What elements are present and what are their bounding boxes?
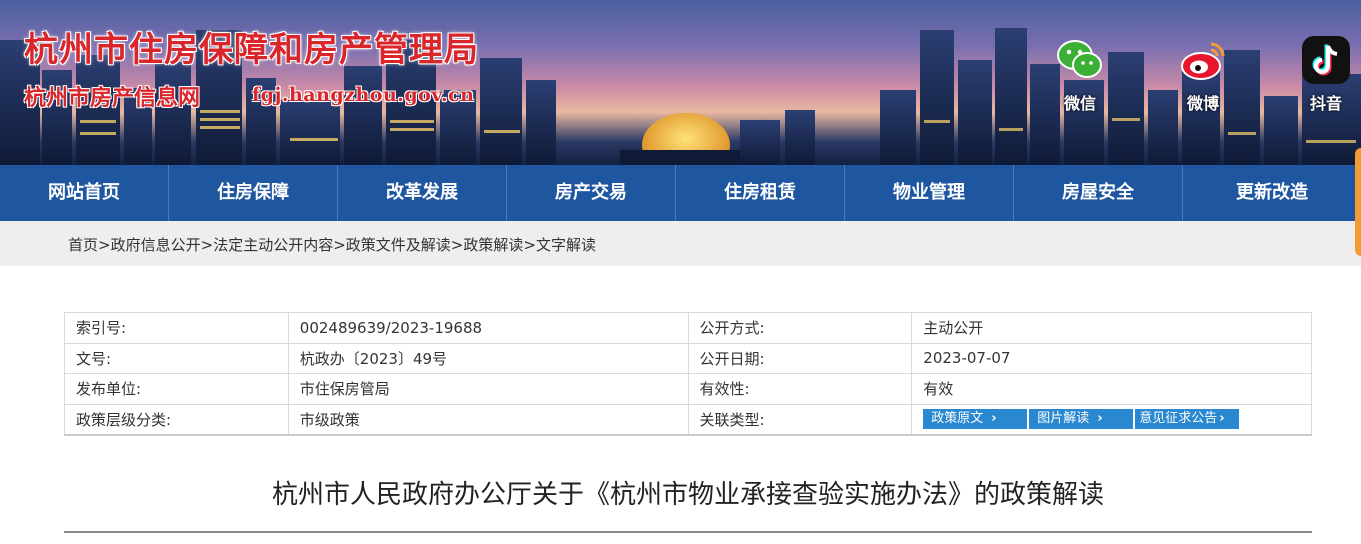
meta-value: 杭政办〔2023〕49号: [287, 342, 689, 374]
meta-key: 文号:: [64, 342, 289, 374]
meta-key: 索引号:: [64, 312, 289, 344]
nav-item-housing-safety[interactable]: 房屋安全: [1014, 165, 1183, 221]
side-float-tab[interactable]: [1355, 148, 1361, 256]
meta-value: 2023-07-07: [911, 342, 1312, 374]
table-row: 索引号: 002489639/2023-19688 公开方式: 主动公开: [64, 312, 1312, 344]
site-subtitle[interactable]: 杭州市房产信息网: [24, 80, 200, 112]
meta-value: 市级政策: [287, 403, 689, 436]
meta-key: 关联类型:: [687, 403, 913, 436]
table-row: 发布单位: 市住保房管局 有效性: 有效: [64, 373, 1312, 405]
wechat-label: 微信: [1063, 94, 1096, 113]
meta-value: 有效: [911, 373, 1312, 405]
meta-value: 主动公开: [911, 312, 1312, 344]
meta-key: 公开日期:: [687, 342, 913, 374]
table-row: 政策层级分类: 市级政策 关联类型: 政策原文 › 图片解读 › 意见征求公告 ›: [64, 403, 1312, 436]
nav-item-rental[interactable]: 住房租赁: [676, 165, 845, 221]
nav-item-property-mgmt[interactable]: 物业管理: [845, 165, 1014, 221]
douyin-link[interactable]: 抖音: [1294, 34, 1358, 114]
article-title: 杭州市人民政府办公厅关于《杭州市物业承接查验实施办法》的政策解读: [271, 480, 1104, 510]
breadcrumb-policy-interp[interactable]: 政策解读: [463, 236, 523, 254]
nav-item-home[interactable]: 网站首页: [0, 165, 169, 221]
related-links-cell: 政策原文 › 图片解读 › 意见征求公告 ›: [911, 403, 1312, 436]
douyin-icon: [1302, 36, 1350, 84]
weibo-icon: [1181, 42, 1225, 80]
douyin-label: 抖音: [1309, 94, 1342, 113]
breadcrumb-policy-docs[interactable]: 政策文件及解读: [346, 236, 451, 254]
meta-key: 有效性:: [687, 373, 913, 405]
breadcrumb-bar: 首页>政府信息公开>法定主动公开内容>政策文件及解读>政策解读>文字解读: [0, 221, 1361, 266]
nav-item-reform[interactable]: 改革发展: [338, 165, 507, 221]
wechat-link[interactable]: 微信: [1048, 34, 1112, 114]
meta-key: 公开方式:: [687, 312, 913, 344]
breadcrumb-home[interactable]: 首页: [68, 236, 98, 254]
title-divider: [64, 531, 1312, 533]
header-banner: 杭州市住房保障和房产管理局 杭州市房产信息网 fgj.hangzhou.gov.…: [0, 0, 1361, 165]
document-meta-table: 索引号: 002489639/2023-19688 公开方式: 主动公开 文号:…: [64, 312, 1312, 436]
site-domain[interactable]: fgj.hangzhou.gov.cn: [252, 84, 474, 106]
breadcrumb-statutory[interactable]: 法定主动公开内容: [213, 236, 333, 254]
chevron-right-icon: ›: [1097, 411, 1103, 426]
meta-value: 市住保房管局: [287, 373, 689, 405]
chevron-right-icon: ›: [1219, 411, 1225, 426]
breadcrumb-gov-info[interactable]: 政府信息公开: [111, 236, 201, 254]
nav-item-property-trade[interactable]: 房产交易: [507, 165, 676, 221]
weibo-link[interactable]: 微博: [1171, 34, 1235, 114]
meta-value: 002489639/2023-19688: [287, 312, 689, 344]
table-row: 文号: 杭政办〔2023〕49号 公开日期: 2023-07-07: [64, 342, 1312, 374]
wechat-icon: [1057, 40, 1102, 78]
weibo-label: 微博: [1186, 94, 1219, 113]
main-nav: 网站首页 住房保障 改革发展 房产交易 住房租赁 物业管理 房屋安全 更新改造: [0, 165, 1361, 221]
image-interpretation-button[interactable]: 图片解读 ›: [1029, 409, 1134, 429]
chevron-right-icon: ›: [991, 411, 997, 426]
breadcrumb-text-interp[interactable]: 文字解读: [536, 236, 596, 254]
nav-item-renewal[interactable]: 更新改造: [1183, 165, 1361, 221]
meta-key: 政策层级分类:: [64, 403, 289, 436]
policy-original-button[interactable]: 政策原文 ›: [923, 409, 1028, 429]
site-title[interactable]: 杭州市住房保障和房产管理局: [24, 22, 479, 71]
nav-item-housing-security[interactable]: 住房保障: [169, 165, 338, 221]
breadcrumb: 首页>政府信息公开>法定主动公开内容>政策文件及解读>政策解读>文字解读: [68, 236, 596, 254]
meta-key: 发布单位:: [64, 373, 289, 405]
consultation-notice-button[interactable]: 意见征求公告 ›: [1135, 409, 1240, 429]
